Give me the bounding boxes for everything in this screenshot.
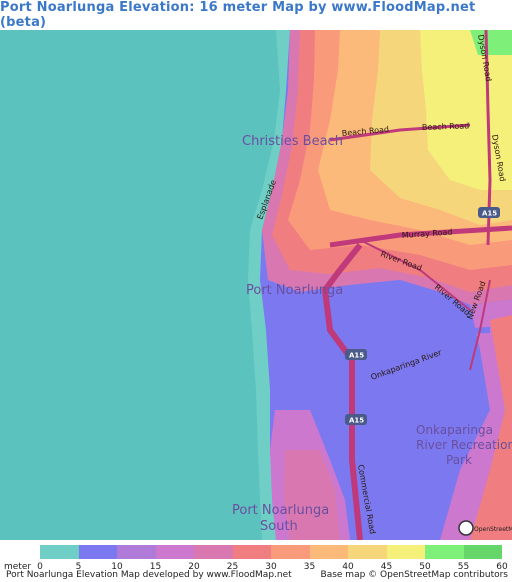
place-label: Onkaparinga (416, 423, 493, 437)
elevation-map[interactable]: Christies Beach Port Noarlunga Onkaparinga… (0, 30, 512, 540)
place-label: Port Noarlunga (246, 283, 343, 298)
place-label: River Recreation (416, 438, 512, 452)
route-badge-label: A15 (349, 352, 364, 360)
legend-swatch (463, 545, 502, 559)
legend-swatch (425, 545, 464, 559)
elevation-map-page: Port Noarlunga Elevation: 16 meter Map b… (0, 0, 512, 582)
legend-swatch (155, 545, 194, 559)
route-badge-label: A15 (482, 210, 497, 218)
road-label: Beach Road (422, 121, 470, 132)
legend-swatch (40, 545, 79, 559)
legend-tick-label: 35 (303, 562, 316, 572)
legend-swatch (271, 545, 310, 559)
legend-swatch (232, 545, 271, 559)
map-title: Port Noarlunga Elevation: 16 meter Map b… (0, 0, 476, 30)
footer-attribution[interactable]: Base map © OpenStreetMap contributors (321, 570, 508, 580)
place-label: South (260, 519, 298, 534)
footer-credit: Port Noarlunga Elevation Map developed b… (6, 570, 292, 580)
legend-swatch (386, 545, 425, 559)
legend-swatch (309, 545, 348, 559)
legend-swatch (78, 545, 117, 559)
legend-swatch (117, 545, 156, 559)
legend-swatch (194, 545, 233, 559)
place-label: Park (446, 453, 472, 467)
place-label: Port Noarlunga (232, 503, 329, 518)
legend-swatch (348, 545, 387, 559)
route-badge-label: A15 (349, 417, 364, 425)
openstreetmap-logo-label: OpenStreetMap (474, 526, 512, 533)
place-label: Christies Beach (242, 134, 343, 149)
